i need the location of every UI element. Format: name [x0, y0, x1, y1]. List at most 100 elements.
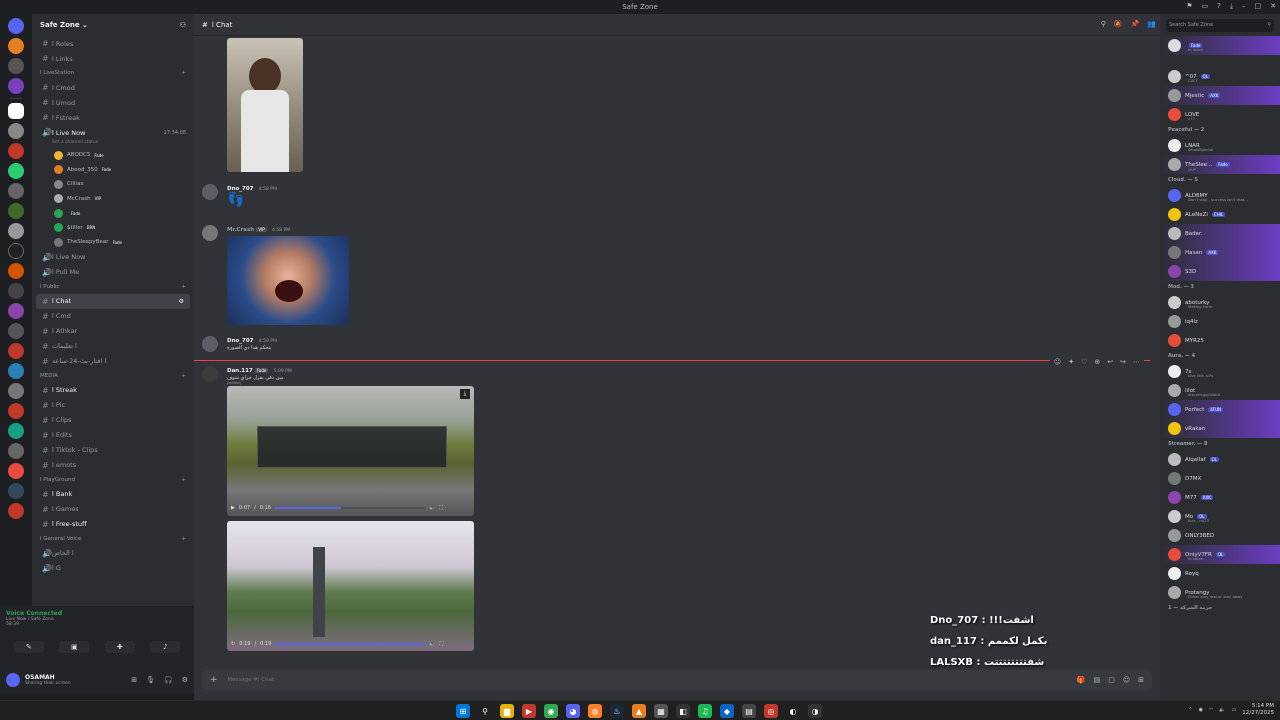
server-icon[interactable] — [8, 163, 24, 179]
server-icon[interactable] — [8, 323, 24, 339]
channel-tiktok-clips[interactable]: # ا Tiktok - Clips — [32, 443, 194, 458]
app-icon[interactable]: ▤ — [742, 704, 756, 718]
video-progress-bar[interactable] — [275, 507, 426, 509]
avatar[interactable] — [6, 673, 20, 687]
member-item[interactable]: MYR25 — [1160, 331, 1280, 350]
camera-icon[interactable]: ✎ — [13, 641, 44, 653]
app-icon[interactable]: ◐ — [786, 704, 800, 718]
video-progress-bar[interactable] — [275, 643, 426, 645]
replay-icon[interactable]: ↻ — [231, 641, 235, 647]
message-composer[interactable]: + Message #ا Chat 🎁 ▤ ▢ ☺ ⊞ — [202, 670, 1152, 690]
channel-24h-stream[interactable]: # ا افتار-بث-24-ساعه — [32, 354, 194, 369]
category-general-voice[interactable]: ا General Voice + — [32, 532, 194, 546]
notifications-icon[interactable]: 🔕 — [1114, 20, 1123, 28]
activities-icon[interactable]: ✚ — [104, 641, 135, 653]
voice-channel-private[interactable]: 🔊 ا الخاص — [32, 546, 194, 561]
voice-user[interactable]: Fade — [32, 206, 194, 221]
member-item[interactable]: ALeNeZi CHIL — [1160, 205, 1280, 224]
app-icon[interactable]: ◆ — [720, 704, 734, 718]
soundboard-icon[interactable]: ♪ — [150, 641, 181, 653]
server-icon[interactable] — [8, 463, 24, 479]
server-icon[interactable] — [8, 223, 24, 239]
server-icon[interactable] — [8, 38, 24, 54]
fullscreen-icon[interactable]: ⛶ — [439, 505, 443, 511]
member-item[interactable]: Perfect 4FUN — [1160, 400, 1280, 419]
discord-icon[interactable]: ◕ — [566, 704, 580, 718]
minimize-icon[interactable]: – — [1242, 2, 1246, 11]
channel-links[interactable]: # ا Links — [32, 51, 194, 66]
member-item[interactable]: ALD8MY Don't stop , success isn't that... — [1160, 186, 1280, 205]
voice-channel-g[interactable]: 🔊 ا G — [32, 561, 194, 576]
voice-channel-live-now[interactable]: 🔊 ا Live Now 17:34:08 — [32, 125, 194, 140]
channel-athkar[interactable]: # ا Athkar — [32, 324, 194, 339]
app-icon[interactable]: ◎ — [764, 704, 778, 718]
app-icon[interactable]: ◑ — [808, 704, 822, 718]
tray-icon[interactable]: ◉ — [1199, 707, 1203, 713]
category-public[interactable]: ا Public + — [32, 280, 194, 294]
video-player[interactable] — [227, 521, 474, 651]
server-icon[interactable] — [8, 243, 24, 259]
app-icon[interactable]: ▦ — [654, 704, 668, 718]
member-item[interactable]: LOVE ا ا ة — [1160, 105, 1280, 124]
battery-icon[interactable]: ▭ — [1232, 707, 1237, 713]
server-icon[interactable] — [8, 103, 24, 119]
member-item[interactable]: Protangy Either stay real or stay away — [1160, 583, 1280, 602]
server-icon[interactable] — [8, 503, 24, 519]
emoji-icon[interactable]: ☺ — [1054, 358, 1061, 366]
avatar[interactable] — [202, 225, 218, 241]
inbox-icon[interactable]: ⚑ — [1186, 2, 1192, 11]
member-item[interactable]: LNAR GhostSpectal — [1160, 136, 1280, 155]
member-item[interactable]: Fade In voice — [1160, 36, 1280, 55]
member-item[interactable]: ^07 OL CXCT — [1160, 67, 1280, 86]
plus-icon[interactable]: + — [210, 675, 218, 685]
voice-channel-pull-me[interactable]: 🔊 ا Pull Me — [32, 265, 194, 280]
channel-streak[interactable]: # ا Streak — [32, 383, 194, 398]
search-icon[interactable]: ⚲ — [478, 704, 492, 718]
close-icon[interactable]: ✕ — [1270, 2, 1276, 11]
server-icon[interactable] — [8, 183, 24, 199]
member-item[interactable]: D7MX — [1160, 469, 1280, 488]
channel-status-hint[interactable]: Set a channel status — [32, 140, 194, 148]
member-item[interactable]: Royq — [1160, 564, 1280, 583]
server-icon[interactable] — [8, 303, 24, 319]
members-icon[interactable]: 👥 — [1147, 20, 1156, 28]
media-app-icon[interactable]: ▶ — [522, 704, 536, 718]
more-icon[interactable]: ⋯ — [1133, 358, 1140, 366]
plus-icon[interactable]: + — [181, 536, 186, 542]
member-item[interactable]: Bader. — [1160, 224, 1280, 243]
spotify-icon[interactable]: ♫ — [698, 704, 712, 718]
category-media[interactable]: MEDIA + — [32, 369, 194, 383]
server-icon[interactable] — [8, 143, 24, 159]
message-input[interactable]: Message #ا Chat — [228, 677, 275, 683]
member-item[interactable]: aboturky Making Form — [1160, 293, 1280, 312]
channel-bank[interactable]: # ا Bank — [32, 487, 194, 502]
channel-cmd[interactable]: # ا Cmd — [32, 309, 194, 324]
server-icon[interactable] — [8, 263, 24, 279]
channel-emots[interactable]: # ا emots — [32, 458, 194, 473]
category-playground[interactable]: ا PlayGround + — [32, 473, 194, 487]
screen-share-icon[interactable]: ▣ — [59, 641, 90, 653]
reaction-icon[interactable]: ✦ — [1068, 358, 1074, 366]
help-icon[interactable]: ? — [1217, 2, 1221, 11]
voice-user[interactable]: $tiller BRN — [32, 221, 194, 236]
message-author[interactable]: Dno_707 — [227, 338, 254, 344]
volume-icon[interactable]: 🔈 — [429, 641, 435, 647]
member-item[interactable]: vRakan — [1160, 419, 1280, 438]
member-item[interactable]: lilot discord.gg/WAKU — [1160, 381, 1280, 400]
channel-umod[interactable]: # ا Umod — [32, 95, 194, 110]
windows-start-icon[interactable]: ⊞ — [456, 704, 470, 718]
channel-fstreak[interactable]: # ا Fstreak — [32, 110, 194, 125]
voice-user[interactable]: McCrash VIP — [32, 192, 194, 207]
server-header[interactable]: Safe Zone ⌄ ⚇ — [32, 14, 194, 36]
channel-instructions[interactable]: # ا تعليمات — [32, 339, 194, 354]
voice-channel-live-now-2[interactable]: 🔊 ا Live Now — [32, 250, 194, 265]
download-icon[interactable]: ⤓ — [460, 389, 470, 399]
vlc-icon[interactable]: ▲ — [632, 704, 646, 718]
add-user-icon[interactable]: ⚇ — [180, 21, 186, 29]
gif-icon[interactable]: ▤ — [1094, 676, 1101, 684]
server-icon[interactable] — [8, 203, 24, 219]
channel-free-stuff[interactable]: # ا Free-stuff — [32, 517, 194, 532]
message-image[interactable] — [227, 38, 303, 172]
gear-icon[interactable]: ⚙ — [182, 676, 188, 684]
channel-cmod[interactable]: # ا Cmod — [32, 80, 194, 95]
